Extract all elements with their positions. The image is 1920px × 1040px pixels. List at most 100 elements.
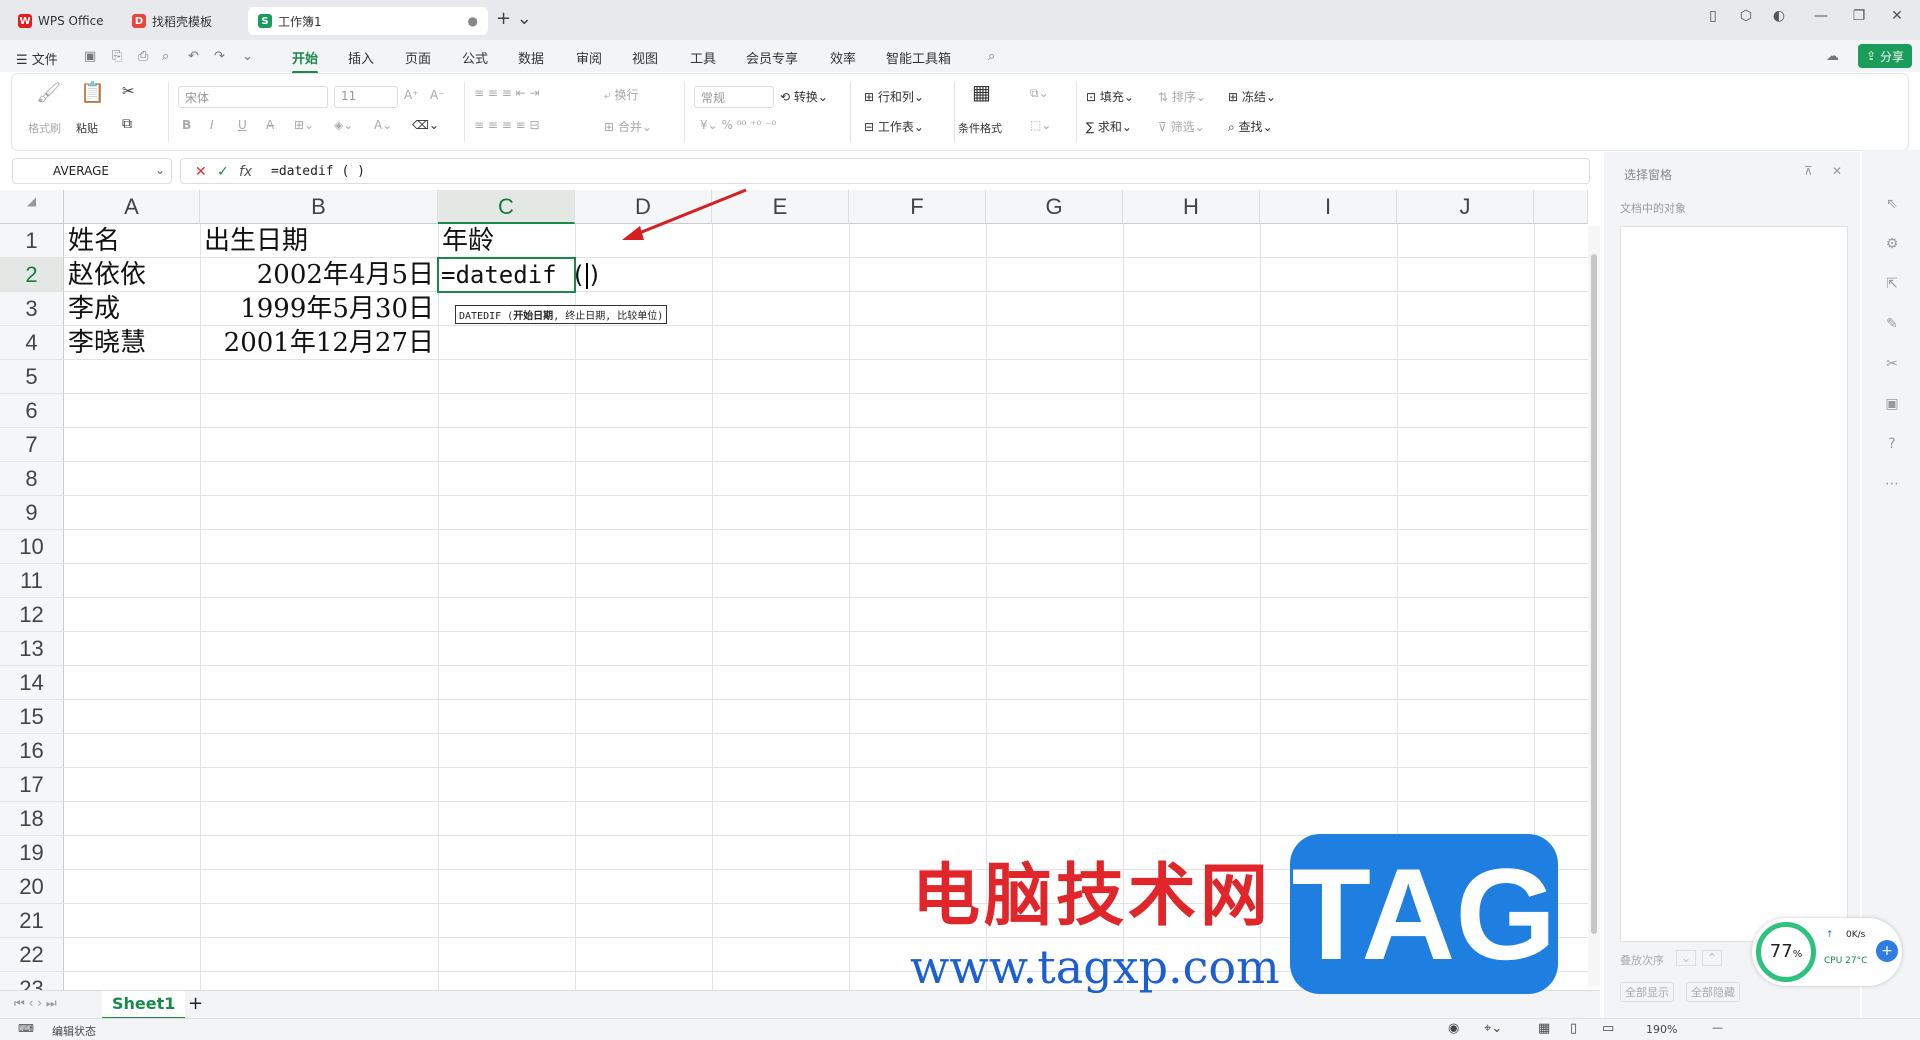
convert-button[interactable]: ⟲ 转换⌄ <box>780 88 828 105</box>
share-button[interactable]: ⇪ 分享 <box>1858 44 1912 68</box>
page-view-icon[interactable]: ▯ <box>1570 1021 1577 1036</box>
row-header-7[interactable]: 7 <box>0 428 64 462</box>
tab-wps-office[interactable]: W WPS Office <box>8 7 118 35</box>
confirm-icon[interactable]: ✓ <box>217 164 229 180</box>
save-icon[interactable]: ▣ <box>84 49 96 64</box>
tools-icon[interactable]: ✂ <box>1884 356 1900 372</box>
redo-icon[interactable]: ↷ <box>214 49 225 64</box>
column-header-d[interactable]: D <box>575 190 712 224</box>
row-header-2[interactable]: 2 <box>0 258 64 292</box>
eye-icon[interactable]: ◉ <box>1448 1021 1459 1036</box>
border-icon[interactable]: ⊞⌄ <box>294 118 314 132</box>
merge-icon[interactable]: ⊞ 合并⌄ <box>604 118 652 135</box>
row-header-18[interactable]: 18 <box>0 802 64 836</box>
column-header-g[interactable]: G <box>986 190 1123 224</box>
shrink-font-icon[interactable]: A⁻ <box>430 88 445 102</box>
freeze-button[interactable]: ⊞ 冻结⌄ <box>1228 88 1276 105</box>
avatar[interactable]: ◐ <box>1766 8 1792 24</box>
underline-icon[interactable]: U <box>238 118 247 132</box>
row-header-20[interactable]: 20 <box>0 870 64 904</box>
zoom-out-icon[interactable]: — <box>1712 1021 1723 1034</box>
row-header-4[interactable]: 4 <box>0 326 64 360</box>
more-options-icon[interactable]: ⋯ <box>1884 476 1900 492</box>
row-header-15[interactable]: 15 <box>0 700 64 734</box>
cell-a1[interactable]: 姓名 <box>68 224 196 258</box>
share-panel-icon[interactable]: ⇱ <box>1884 276 1900 292</box>
cell-icon[interactable]: ⬚⌄ <box>1030 118 1051 132</box>
sheet-tab-sheet1[interactable]: Sheet1 <box>102 991 186 1019</box>
row-header-12[interactable]: 12 <box>0 598 64 632</box>
menu-efficiency[interactable]: 效率 <box>830 48 856 67</box>
performance-widget[interactable]: 77% ↑ 0K/s CPU 27°C + <box>1752 918 1902 986</box>
settings-icon[interactable]: ⚙ <box>1884 236 1900 252</box>
cell-a4[interactable]: 李晓慧 <box>68 326 196 360</box>
tab-docer[interactable]: D 找稻壳模板 <box>122 7 242 35</box>
copy-icon[interactable]: ⧉ <box>122 116 132 132</box>
sum-button[interactable]: ∑ 求和⌄ <box>1086 118 1132 135</box>
row-header-22[interactable]: 22 <box>0 938 64 972</box>
export-icon[interactable]: ⎘ <box>112 49 122 64</box>
cell-b1[interactable]: 出生日期 <box>204 224 434 258</box>
align-left-icon[interactable]: ≡ ≡ ≡ ≡ ⊟ <box>474 118 540 132</box>
more-icon[interactable]: ⌄ <box>242 49 253 64</box>
row-header-13[interactable]: 13 <box>0 632 64 666</box>
cell-c1[interactable]: 年龄 <box>442 224 572 258</box>
menu-smart-toolbox[interactable]: 智能工具箱 <box>886 48 951 67</box>
cell-b4[interactable]: 2001年12月27日 <box>204 326 434 360</box>
grow-font-icon[interactable]: A⁺ <box>404 88 419 102</box>
row-header-23[interactable]: 23 <box>0 972 64 990</box>
undo-icon[interactable]: ↶ <box>188 49 199 64</box>
column-header-f[interactable]: F <box>849 190 986 224</box>
worksheet-button[interactable]: ⊟ 工作表⌄ <box>864 118 924 135</box>
cell-c2-editor[interactable]: =datedif () <box>441 258 602 292</box>
menu-member[interactable]: 会员专享 <box>746 48 798 67</box>
add-icon[interactable]: + <box>1876 940 1898 962</box>
row-header-3[interactable]: 3 <box>0 292 64 326</box>
order-down-button[interactable]: ⌄ <box>1676 950 1697 966</box>
cancel-icon[interactable]: ✕ <box>195 164 207 180</box>
minimize-icon[interactable]: — <box>1808 8 1834 24</box>
format-painter-button[interactable]: 格式刷 <box>28 120 61 136</box>
object-list[interactable] <box>1620 226 1848 942</box>
row-header-16[interactable]: 16 <box>0 734 64 768</box>
row-header-1[interactable]: 1 <box>0 224 64 258</box>
restore-icon[interactable]: ❐ <box>1846 8 1872 24</box>
vertical-scrollbar[interactable] <box>1588 226 1600 986</box>
menu-formula[interactable]: 公式 <box>462 48 488 67</box>
eraser-icon[interactable]: ⌫⌄ <box>412 118 439 132</box>
preview-icon[interactable]: ⌕ <box>162 49 169 64</box>
font-name-select[interactable]: 宋体 <box>178 86 328 108</box>
menu-page[interactable]: 页面 <box>405 48 431 67</box>
row-header-21[interactable]: 21 <box>0 904 64 938</box>
pin-icon[interactable]: ⊼ <box>1804 164 1813 178</box>
cloud-icon[interactable]: ☁ <box>1826 49 1839 64</box>
print-icon[interactable]: ⎙ <box>138 49 148 64</box>
fill-button[interactable]: ⊡ 填充⌄ <box>1086 88 1134 105</box>
edit-icon[interactable]: ✎ <box>1884 316 1900 332</box>
row-header-5[interactable]: 5 <box>0 360 64 394</box>
cell-b3[interactable]: 1999年5月30日 <box>204 292 434 326</box>
layout-icon[interactable]: ▯ <box>1700 8 1726 24</box>
add-sheet-button[interactable]: + <box>188 993 203 1014</box>
align-top-icon[interactable]: ≡ ≡ ≡ ⇤ ⇥ <box>474 86 540 100</box>
column-header-j[interactable]: J <box>1397 190 1534 224</box>
sort-button[interactable]: ⇅ 排序⌄ <box>1158 88 1206 105</box>
normal-view-icon[interactable]: ▦ <box>1538 1021 1550 1036</box>
tab-workbook[interactable]: S 工作簿1 ● <box>248 7 488 35</box>
row-header-19[interactable]: 19 <box>0 836 64 870</box>
search-icon[interactable]: ⌕ <box>988 49 995 64</box>
row-header-10[interactable]: 10 <box>0 530 64 564</box>
cut-icon[interactable]: ✂ <box>122 82 135 100</box>
show-all-button[interactable]: 全部显示 <box>1620 982 1674 1002</box>
currency-icon[interactable]: ¥⌄ % ⁰⁰ ⁺⁰ ⁻⁰ <box>700 118 776 132</box>
bold-icon[interactable]: B <box>182 118 191 132</box>
style-icon[interactable]: ⧉⌄ <box>1030 86 1049 101</box>
column-header-a[interactable]: A <box>64 190 200 224</box>
column-header-e[interactable]: E <box>712 190 849 224</box>
zoom-level[interactable]: 190% <box>1646 1023 1677 1036</box>
menu-start[interactable]: 开始 <box>292 48 319 74</box>
row-header-8[interactable]: 8 <box>0 462 64 496</box>
select-icon[interactable]: ⇖ <box>1884 196 1900 212</box>
close-pane-icon[interactable]: ✕ <box>1832 164 1842 178</box>
name-box[interactable]: AVERAGE ⌄ <box>12 158 172 184</box>
